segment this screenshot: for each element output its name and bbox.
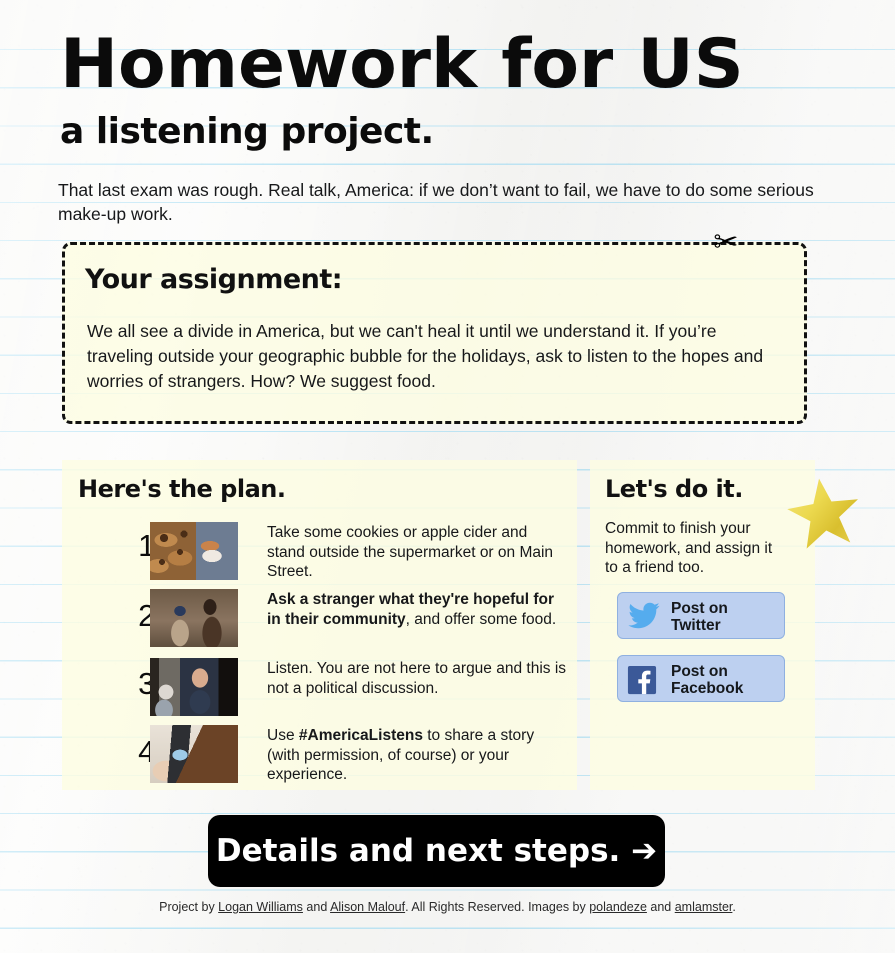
credit-link-logan-williams[interactable]: Logan Williams xyxy=(218,900,303,914)
scissors-icon: ✂ xyxy=(713,226,739,259)
footer-text-3: . All Rights Reserved. Images by xyxy=(405,900,590,914)
facebook-label-line2: Facebook xyxy=(671,680,744,697)
man-listening-photo xyxy=(150,658,238,716)
two-people-talking-photo xyxy=(150,589,238,647)
page-title: Homework for US xyxy=(60,25,744,104)
twitter-label-line2: Twitter xyxy=(671,617,721,634)
plan-heading: Here's the plan. xyxy=(78,475,286,503)
step-text-plain: Listen. You are not here to argue and th… xyxy=(267,660,567,697)
post-on-facebook-button[interactable]: Post on Facebook xyxy=(617,655,785,702)
twitter-label-line1: Post on xyxy=(671,600,728,617)
post-on-twitter-label: Post on Twitter xyxy=(671,600,781,634)
commit-body: Commit to finish your homework, and assi… xyxy=(605,520,773,576)
post-on-twitter-button[interactable]: Post on Twitter xyxy=(617,592,785,639)
cta-label: Details and next steps. ➔ xyxy=(215,833,658,869)
footer-text-2: and xyxy=(302,900,331,914)
footer-text-5: . xyxy=(732,900,736,914)
credit-link-alison-malouf[interactable]: Alison Malouf xyxy=(330,900,405,914)
facebook-label-line1: Post on xyxy=(671,663,728,680)
page-content: Homework for US a listening project. Tha… xyxy=(0,0,895,953)
step-text-lead: Use xyxy=(267,727,299,744)
step-text: Ask a stranger what they're hopeful for … xyxy=(267,590,567,629)
assignment-heading: Your assignment: xyxy=(85,264,343,295)
step-text: Listen. You are not here to argue and th… xyxy=(267,659,567,698)
footer-text-4: and xyxy=(646,900,675,914)
commit-heading: Let's do it. xyxy=(605,475,743,503)
post-on-facebook-label: Post on Facebook xyxy=(671,663,781,697)
page-subtitle: a listening project. xyxy=(60,111,434,152)
step-text-plain: Take some cookies or apple cider and sta… xyxy=(267,524,554,580)
hashtag-americalistens: #AmericaListens xyxy=(298,727,423,744)
cookies-and-cider-photo xyxy=(150,522,238,580)
twitter-bird-icon xyxy=(627,602,661,631)
step-text: Take some cookies or apple cider and sta… xyxy=(267,523,567,582)
details-and-next-steps-button[interactable]: Details and next steps. ➔ xyxy=(208,815,665,887)
step-text: Use #AmericaListens to share a story (wi… xyxy=(267,726,567,785)
step-text-rest: , and offer some food. xyxy=(405,610,557,628)
credit-link-amlamster[interactable]: amlamster xyxy=(675,900,733,914)
intro-paragraph: That last exam was rough. Real talk, Ame… xyxy=(58,180,814,224)
gold-star-sticker xyxy=(780,463,868,565)
assignment-body: We all see a divide in America, but we c… xyxy=(87,321,764,391)
facebook-f-icon xyxy=(627,665,661,695)
assignment-cutout-box: Your assignment: We all see a divide in … xyxy=(62,242,807,424)
footer-text-1: Project by xyxy=(159,900,219,914)
credit-link-polandeze[interactable]: polandeze xyxy=(589,900,647,914)
footer-credits: Project by Logan Williams and Alison Mal… xyxy=(0,899,895,916)
woman-with-phone-photo xyxy=(150,725,238,783)
